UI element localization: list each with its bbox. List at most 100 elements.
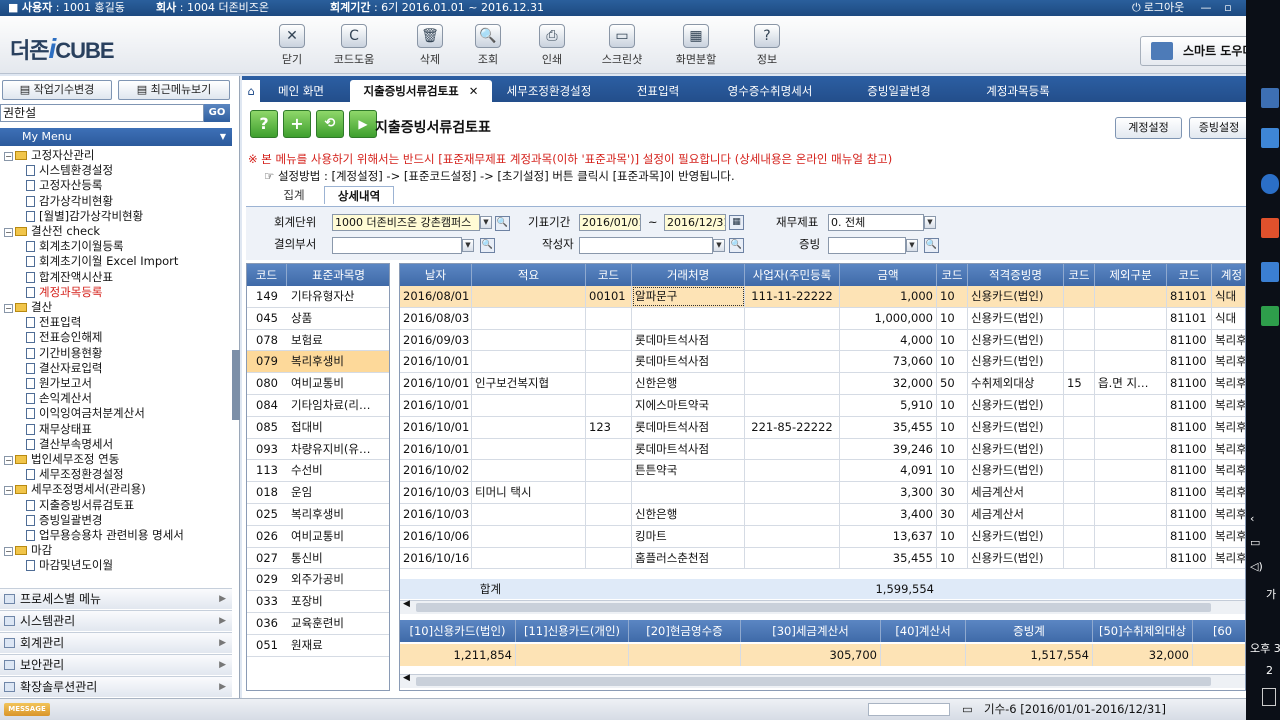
cell-xcode[interactable] <box>1064 286 1095 307</box>
help-button[interactable]: ? <box>250 110 278 138</box>
cell-amount[interactable]: 32,000 <box>840 373 937 395</box>
cell-date[interactable]: 2016/10/01 <box>400 416 472 438</box>
cell-memo[interactable] <box>472 416 586 438</box>
panel-splitter-handle[interactable] <box>232 350 240 420</box>
cell-date[interactable]: 2016/10/01 <box>400 395 472 416</box>
cell-code[interactable]: 00101 <box>586 286 632 307</box>
tree-folder[interactable]: − 세무조정명세서(관리용) <box>4 482 146 497</box>
tree-item[interactable]: 증빙일괄변경 <box>26 513 102 528</box>
cell-acode[interactable]: 81100 <box>1167 416 1212 438</box>
writer-search-icon[interactable]: 🔍 <box>729 238 744 253</box>
cell-ecode[interactable]: 10 <box>937 525 968 547</box>
tree-item[interactable]: 결산부속명세서 <box>26 437 113 452</box>
toolbar-info-button[interactable]: ? 정보 <box>741 24 793 67</box>
tree-item[interactable]: 합계잔액시산표 <box>26 270 113 285</box>
cell-exclude[interactable] <box>1095 329 1167 351</box>
table-row[interactable]: 2016/10/01 롯데마트석사점 39,246 10 신용카드(법인) 81100 복리… <box>400 438 1245 461</box>
cell-biz[interactable]: 111-11-22222 <box>745 286 840 307</box>
cell-evidence[interactable]: 신용카드(법인) <box>968 525 1064 547</box>
cell-acode[interactable]: 81100 <box>1167 329 1212 351</box>
tab-4[interactable]: 영수증수취명세서 <box>702 80 838 102</box>
tree-folder[interactable]: − 결산 <box>4 300 52 315</box>
taskbar-app-icon-3[interactable] <box>1261 218 1279 238</box>
horizontal-scrollbar[interactable]: ◀ <box>400 599 1245 614</box>
fs-select[interactable]: 0. 전체 <box>828 214 924 231</box>
cell-evidence[interactable]: 신용카드(법인) <box>968 547 1064 569</box>
tree-item[interactable]: 원가보고서 <box>26 376 92 391</box>
cell-account[interactable]: 복리후 <box>1212 526 1245 547</box>
tree-item[interactable]: 감가상각비현황 <box>26 194 113 209</box>
cell-evidence[interactable]: 신용카드(법인) <box>968 395 1064 416</box>
cell-date[interactable]: 2016/10/06 <box>400 525 472 547</box>
toolbar-search-button[interactable]: 🔍 조회 <box>462 24 514 67</box>
cell-exclude[interactable] <box>1095 286 1167 307</box>
cell-account[interactable]: 복리후 <box>1212 504 1245 525</box>
table-row[interactable]: 2016/10/01 지에스마트약국 5,910 10 신용카드(법인) 81100 복리후 <box>400 395 1245 417</box>
date-to-input[interactable]: 2016/12/31 <box>664 214 726 231</box>
cell-biz[interactable] <box>745 504 840 525</box>
table-row[interactable]: 2016/10/03 티머니 택시 3,300 30 세금계산서 81100 복리후 <box>400 482 1245 504</box>
table-row[interactable]: 2016/08/03 1,000,000 10 신용카드(법인) 81101 식대 <box>400 307 1245 330</box>
close-tab-icon[interactable]: ✕ <box>469 84 479 98</box>
cell-partner[interactable]: 롯데마트석사점 <box>632 329 745 351</box>
cell-ecode[interactable]: 10 <box>937 351 968 373</box>
cell-ecode[interactable]: 10 <box>937 460 968 482</box>
taskbar-app-icon-2[interactable] <box>1261 128 1279 148</box>
summary-col-header[interactable]: [11]신용카드(개인) <box>516 620 629 642</box>
cell-code[interactable] <box>586 373 632 395</box>
cell-xcode[interactable] <box>1064 525 1095 547</box>
fs-dropdown-icon[interactable]: ▼ <box>924 216 936 229</box>
table-row[interactable]: 2016/10/01 123 롯데마트석사점 221-85-22222 35,455 10… <box>400 416 1245 439</box>
cell-date[interactable]: 2016/08/01 <box>400 286 472 307</box>
cell-date[interactable]: 2016/10/03 <box>400 482 472 504</box>
col-header-biz[interactable]: 사업자(주민등록 <box>745 264 840 286</box>
tree-item[interactable]: 기간비용현황 <box>26 346 102 361</box>
cell-xcode[interactable]: 15 <box>1064 373 1095 395</box>
cell-account[interactable]: 복리후 <box>1212 439 1245 460</box>
col-header-partner[interactable]: 거래처명 <box>632 264 745 286</box>
col-header-acode[interactable]: 코드 <box>1167 264 1212 286</box>
col-header-ecode[interactable]: 코드 <box>937 264 968 286</box>
ie-icon[interactable] <box>1261 174 1279 194</box>
cell-ecode[interactable]: 10 <box>937 547 968 569</box>
cell-account[interactable]: 복리후 <box>1212 330 1245 351</box>
tree-folder[interactable]: − 마감 <box>4 543 52 558</box>
tab-0[interactable]: 메인 화면 <box>266 80 336 102</box>
col-header-code[interactable]: 코드 <box>586 264 632 286</box>
cell-memo[interactable] <box>472 329 586 351</box>
table-row[interactable]: 079 복리후생비 <box>247 351 389 374</box>
table-row[interactable]: 2016/10/02 튼튼약국 4,091 10 신용카드(법인) 81100 복리후 <box>400 460 1245 483</box>
date-from-input[interactable]: 2016/01/01 <box>579 214 641 231</box>
cell-memo[interactable] <box>472 395 586 416</box>
cell-memo[interactable] <box>472 460 586 482</box>
col-header-memo[interactable]: 적요 <box>472 264 586 286</box>
cell-code[interactable] <box>586 438 632 460</box>
cell-ecode[interactable]: 10 <box>937 286 968 307</box>
tree-item[interactable]: 지출증빙서류검토표 <box>26 498 134 513</box>
cell-date[interactable]: 2016/10/01 <box>400 373 472 395</box>
cell-amount[interactable]: 39,246 <box>840 438 937 460</box>
tree-item[interactable]: 결산자료입력 <box>26 361 102 376</box>
menu-section[interactable]: 시스템관리 ▶ <box>0 610 232 631</box>
table-row[interactable]: 149 기타유형자산 <box>247 286 389 308</box>
collapse-icon[interactable]: − <box>4 304 13 313</box>
cell-exclude[interactable] <box>1095 416 1167 438</box>
evidence-search-icon[interactable]: 🔍 <box>924 238 939 253</box>
cell-ecode[interactable]: 10 <box>937 416 968 438</box>
writer-input[interactable] <box>579 237 713 254</box>
col-header-date[interactable]: 날자 <box>400 264 472 286</box>
cell-account[interactable]: 식대 <box>1212 286 1245 307</box>
cell-amount[interactable]: 4,091 <box>840 460 937 482</box>
table-row[interactable]: 036 교육훈련비 <box>247 613 389 635</box>
table-row[interactable]: 2016/09/03 롯데마트석사점 4,000 10 신용카드(법인) 81100 복리후 <box>400 329 1245 352</box>
cell-code[interactable] <box>586 460 632 482</box>
table-row[interactable]: 078 보험료 <box>247 330 389 352</box>
cell-partner[interactable]: 롯데마트석사점 <box>632 351 745 373</box>
recent-menu-button[interactable]: ▤ 최근메뉴보기 <box>118 80 230 100</box>
cell-ecode[interactable]: 10 <box>937 329 968 351</box>
menu-section[interactable]: 회계관리 ▶ <box>0 632 232 653</box>
col-header-account-name[interactable]: 표준과목명 <box>287 264 389 286</box>
calendar-icon[interactable]: ▦ <box>729 215 744 230</box>
cell-partner[interactable]: 알파문구 <box>632 286 745 307</box>
cell-amount[interactable]: 1,000,000 <box>840 307 937 329</box>
